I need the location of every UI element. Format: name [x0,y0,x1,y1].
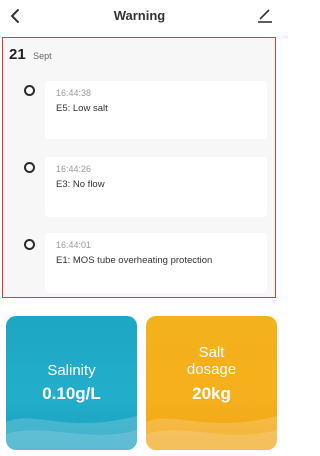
warning-card[interactable]: 16:44:01 E1: MOS tube overheating protec… [45,233,267,293]
date-header: 21 Sept [9,46,52,64]
salt-dosage-label-line2: dosage [186,361,237,378]
warning-card[interactable]: 16:44:38 E5: Low salt [45,81,267,139]
warning-message: E5: Low salt [56,103,108,114]
warning-message: E3: No flow [56,179,105,190]
date-month: Sept [33,51,52,61]
salt-dosage-value: 20kg [192,384,231,403]
salt-dosage-tile[interactable]: Salt dosage 20kg [146,316,277,450]
edit-pencil-icon[interactable] [255,6,275,26]
salinity-label: Salinity [47,362,96,379]
date-day: 21 [9,46,26,63]
wave-decoration [146,416,277,450]
warning-list-panel: 21 Sept 16:44:38 E5: Low salt 16:44:26 E… [2,37,276,298]
salt-dosage-label-line1: Salt [198,344,225,361]
warning-time: 16:44:38 [56,88,92,98]
warning-time: 16:44:01 [56,240,92,250]
timeline-dot-icon [24,85,35,96]
timeline-dot-icon [24,239,35,250]
timeline-dot-icon [24,162,35,173]
warning-time: 16:44:26 [56,164,92,174]
page-title: Warning [113,8,166,23]
wave-decoration [6,416,137,450]
warning-message: E1: MOS tube overheating protection [56,255,213,266]
warning-card[interactable]: 16:44:26 E3: No flow [45,157,267,217]
salinity-value: 0.10g/L [42,384,101,403]
salinity-tile[interactable]: Salinity 0.10g/L [6,316,137,450]
top-bar: Warning [0,0,279,32]
